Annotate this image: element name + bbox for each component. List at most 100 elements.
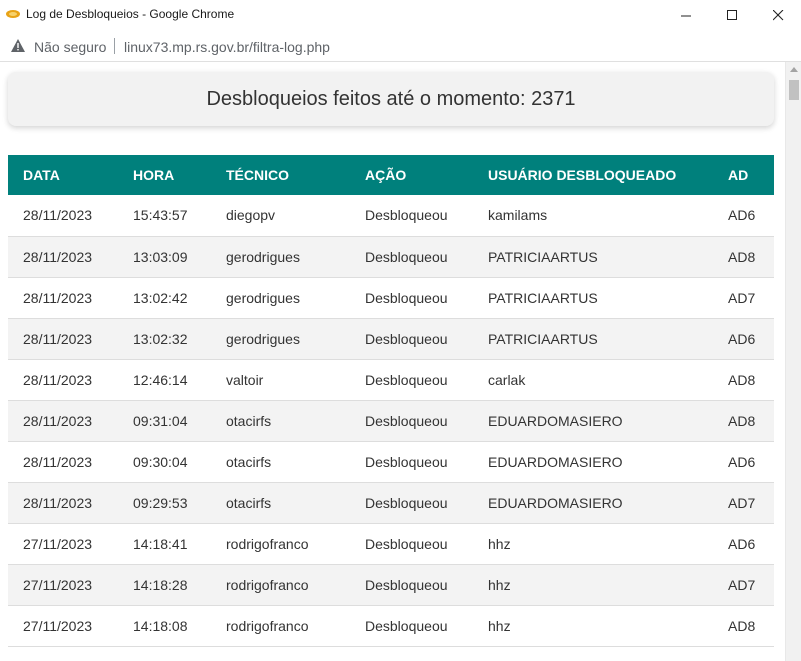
cell-usuario: EDUARDOMASIERO bbox=[473, 400, 713, 442]
cell-tecnico: rodrigofranco bbox=[211, 605, 350, 647]
cell-hora: 13:03:09 bbox=[118, 236, 211, 278]
title-bar: Log de Desbloqueios - Google Chrome bbox=[0, 0, 801, 30]
cell-tecnico: rodrigofranco bbox=[211, 523, 350, 565]
cell-usuario: EDUARDOMASIERO bbox=[473, 482, 713, 524]
minimize-icon bbox=[680, 15, 691, 16]
cell-ad: AD6 bbox=[713, 523, 774, 565]
page-content: Desbloqueios feitos até o momento: 2371 … bbox=[0, 62, 785, 661]
table-row: 28/11/2023 13:02:42 gerodrigues Desbloqu… bbox=[8, 277, 774, 319]
column-header-tecnico: TÉCNICO bbox=[211, 155, 350, 195]
cell-acao: Desbloqueou bbox=[350, 359, 473, 401]
cell-data: 27/11/2023 bbox=[8, 523, 118, 565]
cell-usuario: carlak bbox=[473, 359, 713, 401]
table-row: 28/11/2023 09:29:53 otacirfs Desbloqueou… bbox=[8, 482, 774, 524]
cell-tecnico: gerodrigues bbox=[211, 318, 350, 360]
address-bar[interactable]: Não seguro linux73.mp.rs.gov.br/filtra-l… bbox=[0, 30, 801, 62]
cell-acao: Desbloqueou bbox=[350, 605, 473, 647]
warning-icon[interactable] bbox=[11, 39, 25, 52]
cell-hora: 09:30:04 bbox=[118, 441, 211, 483]
cell-ad: AD8 bbox=[713, 605, 774, 647]
table-row: 27/11/2023 14:18:41 rodrigofranco Desblo… bbox=[8, 523, 774, 565]
unlock-counter-banner: Desbloqueios feitos até o momento: 2371 bbox=[8, 72, 774, 126]
chrome-app-icon bbox=[6, 10, 20, 18]
cell-hora: 13:02:32 bbox=[118, 318, 211, 360]
cell-data: 27/11/2023 bbox=[8, 564, 118, 606]
column-header-hora: HORA bbox=[118, 155, 211, 195]
cell-hora: 13:02:42 bbox=[118, 277, 211, 319]
cell-ad: AD6 bbox=[713, 441, 774, 483]
cell-ad: AD8 bbox=[713, 400, 774, 442]
cell-ad: AD6 bbox=[713, 318, 774, 360]
cell-usuario: PATRICIAARTUS bbox=[473, 236, 713, 278]
cell-hora: 12:46:14 bbox=[118, 359, 211, 401]
table-row: 28/11/2023 09:31:04 otacirfs Desbloqueou… bbox=[8, 400, 774, 442]
cell-data: 28/11/2023 bbox=[8, 359, 118, 401]
table-row: 28/11/2023 09:30:04 otacirfs Desbloqueou… bbox=[8, 441, 774, 483]
cell-acao: Desbloqueou bbox=[350, 277, 473, 319]
cell-data: 27/11/2023 bbox=[8, 605, 118, 647]
cell-usuario: EDUARDOMASIERO bbox=[473, 441, 713, 483]
cell-data: 28/11/2023 bbox=[8, 318, 118, 360]
cell-data: 28/11/2023 bbox=[8, 195, 118, 237]
cell-tecnico: gerodrigues bbox=[211, 236, 350, 278]
table-row: 28/11/2023 13:03:09 gerodrigues Desbloqu… bbox=[8, 236, 774, 278]
table-header-row: DATA HORA TÉCNICO AÇÃO USUÁRIO DESBLOQUE… bbox=[8, 155, 774, 195]
column-header-ad: AD bbox=[713, 155, 774, 195]
url-text[interactable]: linux73.mp.rs.gov.br/filtra-log.php bbox=[124, 39, 330, 55]
unlock-counter-text: Desbloqueios feitos até o momento: 2371 bbox=[206, 87, 576, 110]
cell-ad: AD7 bbox=[713, 564, 774, 606]
cell-data: 28/11/2023 bbox=[8, 277, 118, 319]
column-header-usuario: USUÁRIO DESBLOQUEADO bbox=[473, 155, 713, 195]
maximize-icon bbox=[726, 9, 737, 20]
cell-data: 28/11/2023 bbox=[8, 482, 118, 524]
close-icon bbox=[772, 9, 783, 20]
vertical-scrollbar[interactable] bbox=[785, 62, 801, 661]
cell-tecnico: gerodrigues bbox=[211, 277, 350, 319]
table-row: 27/11/2023 14:18:28 rodrigofranco Desblo… bbox=[8, 564, 774, 606]
cell-acao: Desbloqueou bbox=[350, 195, 473, 237]
cell-acao: Desbloqueou bbox=[350, 564, 473, 606]
scroll-up-arrow-icon[interactable] bbox=[790, 67, 798, 72]
security-label[interactable]: Não seguro bbox=[34, 39, 106, 55]
browser-window: Log de Desbloqueios - Google Chrome Não … bbox=[0, 0, 801, 661]
table-row: 28/11/2023 13:02:32 gerodrigues Desbloqu… bbox=[8, 318, 774, 360]
table-row: 27/11/2023 14:18:08 rodrigofranco Desblo… bbox=[8, 605, 774, 647]
cell-usuario: kamilams bbox=[473, 195, 713, 237]
cell-hora: 15:43:57 bbox=[118, 195, 211, 237]
cell-usuario: PATRICIAARTUS bbox=[473, 318, 713, 360]
cell-acao: Desbloqueou bbox=[350, 482, 473, 524]
unlock-log-table: DATA HORA TÉCNICO AÇÃO USUÁRIO DESBLOQUE… bbox=[8, 155, 774, 647]
cell-data: 28/11/2023 bbox=[8, 441, 118, 483]
scrollbar-thumb[interactable] bbox=[789, 80, 799, 100]
cell-hora: 09:31:04 bbox=[118, 400, 211, 442]
cell-ad: AD6 bbox=[713, 195, 774, 237]
minimize-button[interactable] bbox=[663, 0, 709, 30]
table-body: 28/11/2023 15:43:57 diegopv Desbloqueou … bbox=[8, 195, 774, 647]
maximize-button[interactable] bbox=[709, 0, 755, 30]
cell-acao: Desbloqueou bbox=[350, 400, 473, 442]
cell-usuario: hhz bbox=[473, 523, 713, 565]
cell-usuario: PATRICIAARTUS bbox=[473, 277, 713, 319]
cell-hora: 14:18:08 bbox=[118, 605, 211, 647]
cell-ad: AD7 bbox=[713, 482, 774, 524]
column-header-acao: AÇÃO bbox=[350, 155, 473, 195]
cell-acao: Desbloqueou bbox=[350, 318, 473, 360]
cell-tecnico: diegopv bbox=[211, 195, 350, 237]
cell-usuario: hhz bbox=[473, 564, 713, 606]
cell-acao: Desbloqueou bbox=[350, 236, 473, 278]
table-row: 28/11/2023 15:43:57 diegopv Desbloqueou … bbox=[8, 195, 774, 237]
cell-tecnico: otacirfs bbox=[211, 482, 350, 524]
cell-ad: AD7 bbox=[713, 277, 774, 319]
close-button[interactable] bbox=[755, 0, 801, 30]
cell-acao: Desbloqueou bbox=[350, 441, 473, 483]
cell-hora: 14:18:28 bbox=[118, 564, 211, 606]
column-header-data: DATA bbox=[8, 155, 118, 195]
address-separator bbox=[114, 38, 115, 54]
cell-hora: 09:29:53 bbox=[118, 482, 211, 524]
cell-data: 28/11/2023 bbox=[8, 236, 118, 278]
table-row: 28/11/2023 12:46:14 valtoir Desbloqueou … bbox=[8, 359, 774, 401]
cell-ad: AD8 bbox=[713, 236, 774, 278]
window-title: Log de Desbloqueios - Google Chrome bbox=[26, 7, 235, 21]
cell-hora: 14:18:41 bbox=[118, 523, 211, 565]
cell-acao: Desbloqueou bbox=[350, 523, 473, 565]
